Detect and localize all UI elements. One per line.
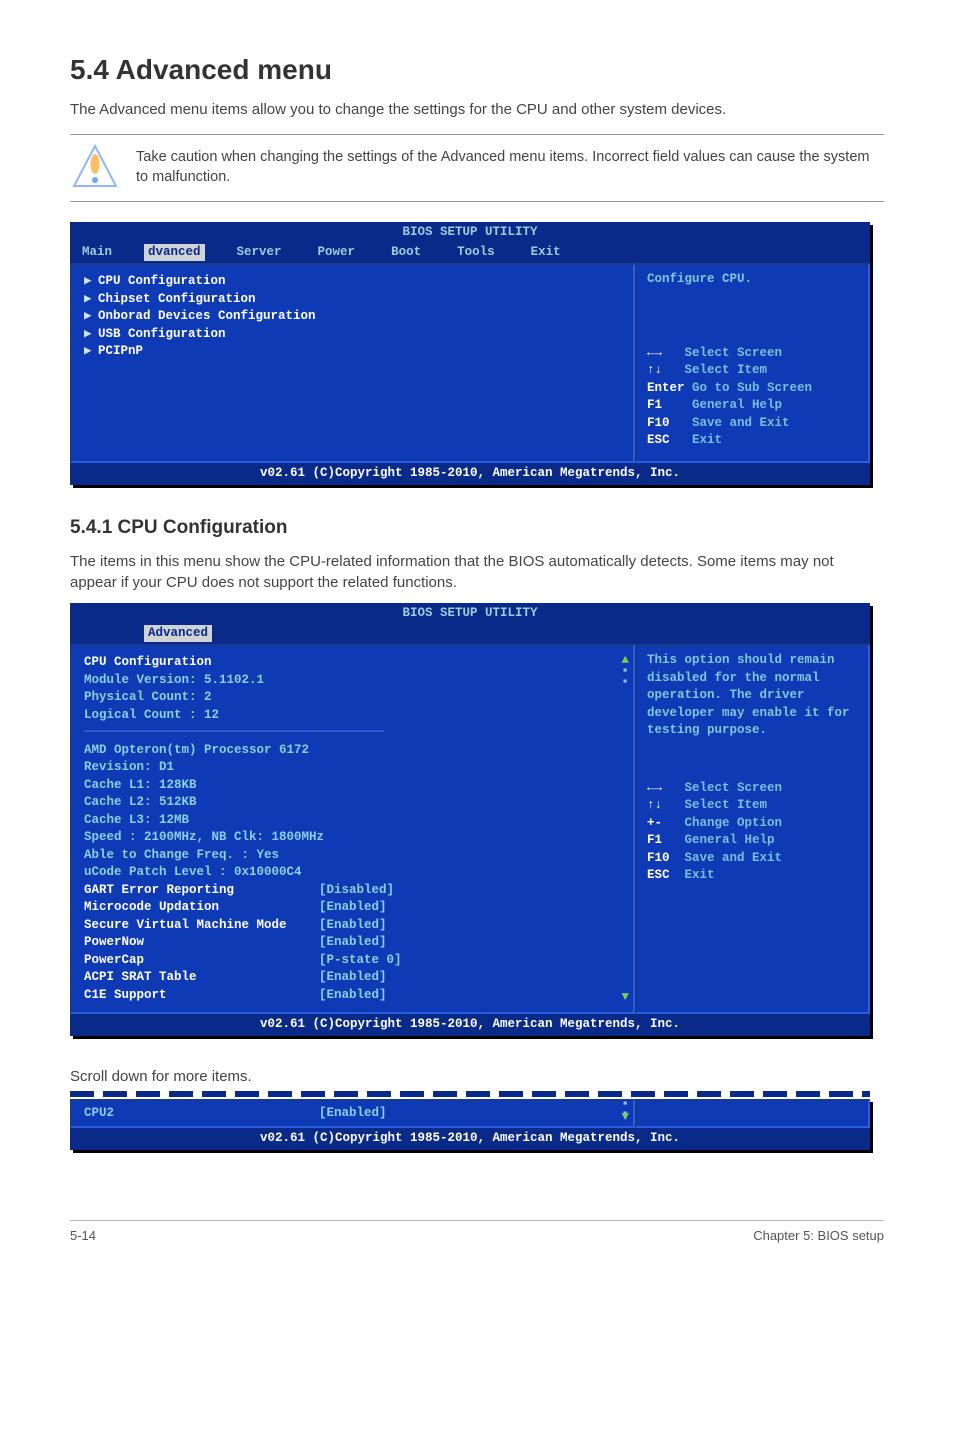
info-line: Cache L1: 128KB <box>84 777 621 795</box>
divider: ──────────────────────────────────────── <box>84 724 621 742</box>
page-footer: 5-14 Chapter 5: BIOS setup <box>70 1220 884 1245</box>
caution-icon <box>72 143 118 191</box>
info-line: Speed : 2100MHz, NB Clk: 1800MHz <box>84 829 621 847</box>
bios-item[interactable]: ▶CPU Configuration <box>84 273 621 291</box>
info-line: Cache L3: 12MB <box>84 812 621 830</box>
bios-footer: v02.61 (C)Copyright 1985-2010, American … <box>70 1128 870 1150</box>
info-line: Revision: D1 <box>84 759 621 777</box>
option-row[interactable]: Microcode Updation[Enabled] <box>84 899 621 917</box>
bios-item[interactable]: ▶USB Configuration <box>84 326 621 344</box>
bios-help-text: This option should remain disabled for t… <box>647 652 858 740</box>
bios-item[interactable]: ▶PCIPnP <box>84 343 621 361</box>
section-intro: The Advanced menu items allow you to cha… <box>70 99 884 120</box>
menu-advanced[interactable]: Advanced <box>144 625 212 643</box>
subsection-heading: 5.4.1 CPU Configuration <box>70 515 884 542</box>
cpu-config-header: CPU Configuration <box>84 654 621 672</box>
option-row[interactable]: PowerNow[Enabled] <box>84 934 621 952</box>
bios-menu-bar: Main dvanced Server Power Boot Tools Exi… <box>70 244 870 264</box>
bios-footer: v02.61 (C)Copyright 1985-2010, American … <box>70 1014 870 1036</box>
menu-power[interactable]: Power <box>314 244 360 262</box>
bios-nav-keys: ←→ Select Screen ↑↓ Select Item Enter Go… <box>647 345 858 450</box>
bios-screen-advanced: BIOS SETUP UTILITY Main dvanced Server P… <box>70 222 870 485</box>
bios-help-pane: This option should remain disabled for t… <box>635 644 870 1014</box>
bios-nav-keys: ←→ Select Screen ↑↓ Select Item +- Chang… <box>647 780 858 885</box>
scrollbar[interactable]: ▪▪ <box>621 666 629 688</box>
bios-help-pane: Configure CPU. ←→ Select Screen ↑↓ Selec… <box>635 263 870 463</box>
subsection-para: The items in this menu show the CPU-rela… <box>70 551 884 593</box>
info-line: uCode Patch Level : 0x10000C4 <box>84 864 621 882</box>
info-line: Able to Change Freq. : Yes <box>84 847 621 865</box>
page-number: 5-14 <box>70 1227 96 1245</box>
bios-menu-bar: Main Advanced <box>70 625 870 645</box>
option-row[interactable]: Secure Virtual Machine Mode[Enabled] <box>84 917 621 935</box>
caution-box: Take caution when changing the settings … <box>70 134 884 202</box>
bios-help-text: Configure CPU. <box>647 271 858 289</box>
bios-left-pane: CPU Configuration Module Version: 5.1102… <box>70 644 635 1014</box>
chapter-label: Chapter 5: BIOS setup <box>753 1227 884 1245</box>
bios-title: BIOS SETUP UTILITY <box>70 222 870 244</box>
menu-advanced[interactable]: dvanced <box>144 244 205 262</box>
menu-main[interactable]: Main <box>78 244 116 262</box>
bios-left-pane: ▶CPU Configuration ▶Chipset Configuratio… <box>70 263 635 463</box>
scroll-down-icon[interactable]: ▼ <box>621 989 629 1007</box>
bios-title: BIOS SETUP UTILITY <box>70 603 870 625</box>
bios-item[interactable]: ▶Onborad Devices Configuration <box>84 308 621 326</box>
option-row[interactable]: PowerCap[P-state 0] <box>84 952 621 970</box>
info-line: Physical Count: 2 <box>84 689 621 707</box>
menu-boot[interactable]: Boot <box>387 244 425 262</box>
info-line: AMD Opteron(tm) Processor 6172 <box>84 742 621 760</box>
menu-exit[interactable]: Exit <box>527 244 565 262</box>
bios-screen-cpu2: CPU2 [Enabled] ▪▪ ▼ v02.61 (C)Copyright … <box>70 1099 870 1150</box>
option-row[interactable]: ACPI SRAT Table[Enabled] <box>84 969 621 987</box>
option-row[interactable]: C1E Support[Enabled] <box>84 987 621 1005</box>
info-line: Logical Count : 12 <box>84 707 621 725</box>
scroll-hint: Scroll down for more items. <box>70 1066 884 1087</box>
bios-screen-cpu-config: BIOS SETUP UTILITY Main Advanced CPU Con… <box>70 603 870 1036</box>
scroll-down-icon[interactable]: ▼ <box>621 1109 629 1127</box>
dashed-separator <box>70 1091 870 1097</box>
section-heading: 5.4 Advanced menu <box>70 50 884 89</box>
caution-text: Take caution when changing the settings … <box>136 143 878 188</box>
option-row[interactable]: CPU2 [Enabled] ▪▪ ▼ <box>70 1099 635 1129</box>
menu-tools[interactable]: Tools <box>453 244 499 262</box>
bios-item[interactable]: ▶Chipset Configuration <box>84 291 621 309</box>
info-line: Cache L2: 512KB <box>84 794 621 812</box>
bios-footer: v02.61 (C)Copyright 1985-2010, American … <box>70 463 870 485</box>
bios-help-pane <box>635 1099 870 1129</box>
option-row[interactable]: GART Error Reporting[Disabled] <box>84 882 621 900</box>
info-line: Module Version: 5.1102.1 <box>84 672 621 690</box>
menu-server[interactable]: Server <box>233 244 286 262</box>
